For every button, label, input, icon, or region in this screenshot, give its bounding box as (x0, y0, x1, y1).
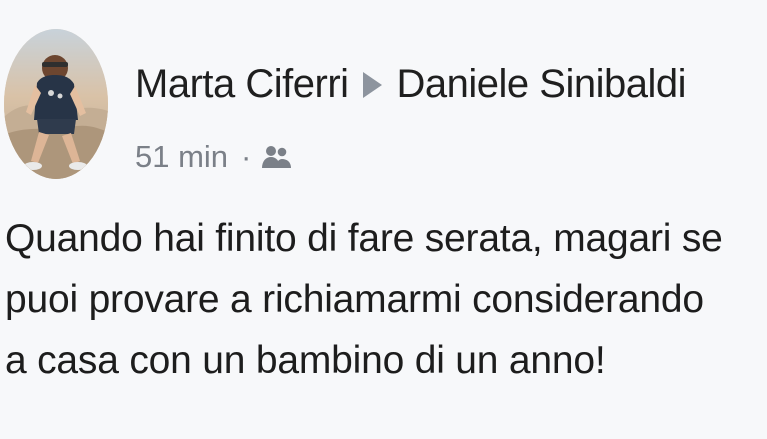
post-message-line-2: puoi provare a richiamarmi considerando (5, 278, 704, 321)
share-to-arrow-icon (362, 72, 382, 98)
post-message-line-1: Quando hai finito di fare serata, magari… (5, 217, 723, 260)
author-name[interactable]: Marta Ciferri (135, 62, 349, 107)
friends-icon-graphic (262, 145, 292, 168)
facebook-post: Marta Ciferri Daniele Sinibaldi 51 min ·… (0, 0, 767, 439)
avatar-photo (4, 29, 108, 179)
meta-separator: · (241, 139, 252, 174)
post-message: Quando hai finito di fare serata, magari… (5, 208, 767, 391)
target-name[interactable]: Daniele Sinibaldi (397, 62, 687, 107)
post-message-line-3: a casa con un bambino di un anno! (5, 339, 606, 382)
friends-icon[interactable] (261, 145, 292, 170)
post-meta: 51 min · (135, 136, 292, 178)
post-header: Marta Ciferri Daniele Sinibaldi (135, 56, 687, 112)
post-time[interactable]: 51 min (135, 139, 228, 175)
author-avatar[interactable] (4, 29, 108, 179)
